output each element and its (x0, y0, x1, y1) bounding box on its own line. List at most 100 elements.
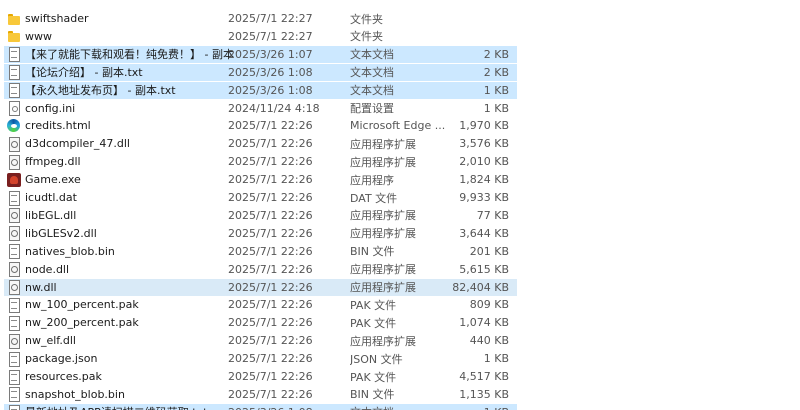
file-date: 2025/7/1 22:26 (228, 226, 313, 240)
file-name: d3dcompiler_47.dll (25, 137, 130, 151)
file-row[interactable]: d3dcompiler_47.dll 2025/7/1 22:26 应用程序扩展 3,… (4, 135, 517, 152)
file-date: 2025/3/26 1:08 (228, 65, 313, 79)
file-size: 2 KB (483, 47, 509, 61)
file-row[interactable]: package.json 2025/7/1 22:26 JSON 文件 1 KB (4, 350, 517, 367)
file-size: 1 KB (483, 352, 509, 366)
file-size: 3,576 KB (459, 137, 509, 151)
file-row[interactable]: credits.html 2025/7/1 22:26 Microsoft Edge… (4, 117, 517, 134)
file-name: nw_elf.dll (25, 334, 76, 348)
doc-icon (7, 297, 21, 313)
doc-icon (7, 190, 21, 206)
file-row[interactable]: www 2025/7/1 22:27 文件夹 (4, 28, 517, 45)
file-row[interactable]: nw.dll 2025/7/1 22:26 应用程序扩展 82,404 KB (4, 278, 517, 296)
doc-icon (7, 369, 21, 385)
file-row[interactable]: Game.exe 2025/7/1 22:26 应用程序 1,824 KB (4, 171, 517, 188)
file-size: 82,404 KB (452, 280, 509, 294)
file-name: 【论坛介绍】 - 副本.txt (25, 66, 143, 80)
file-list: swiftshader 2025/7/1 22:27 文件夹 www 2025/7/1 … (0, 0, 800, 410)
file-type: 应用程序扩展 (350, 155, 416, 169)
file-row[interactable]: 最新地址及APP请扫描二维码获取.txt2025/3/26 1:08 文本文档 1 … (4, 403, 517, 410)
file-name: credits.html (25, 119, 91, 133)
file-row[interactable]: nw_200_percent.pak 2025/7/1 22:26 PAK 文件 1,… (4, 314, 517, 331)
file-date: 2025/7/1 22:26 (228, 334, 313, 348)
file-row[interactable]: node.dll 2025/7/1 22:26 应用程序扩展 5,615 KB (4, 261, 517, 278)
file-row[interactable]: swiftshader 2025/7/1 22:27 文件夹 (4, 10, 517, 27)
gear-file-icon (7, 208, 21, 224)
file-size: 3,644 KB (459, 226, 509, 240)
file-name: libGLESv2.dll (25, 226, 97, 240)
file-size: 201 KB (469, 244, 509, 258)
file-type: 应用程序扩展 (350, 227, 416, 241)
file-row[interactable]: ffmpeg.dll 2025/7/1 22:26 应用程序扩展 2,010 KB (4, 153, 517, 170)
gear-file-icon (7, 226, 21, 242)
file-type: 应用程序扩展 (350, 281, 416, 294)
file-date: 2025/7/1 22:27 (228, 12, 313, 25)
file-type: 文本文档 (350, 404, 446, 410)
gear-file-icon (7, 154, 21, 170)
file-size: 2,010 KB (459, 155, 509, 169)
file-type: BIN 文件 (350, 388, 395, 402)
file-row[interactable]: 【来了就能下载和观看！纯免费！】 - 副本.txt 2025/3/26 1:07 文… (4, 45, 517, 63)
file-name: node.dll (25, 262, 70, 276)
file-row[interactable]: nw_100_percent.pak 2025/7/1 22:26 PAK 文件 80… (4, 296, 517, 313)
file-name: libEGL.dll (25, 208, 77, 222)
file-size: 5,615 KB (459, 262, 509, 276)
file-row[interactable]: libGLESv2.dll 2025/7/1 22:26 应用程序扩展 3,644 K… (4, 225, 517, 242)
file-type: 应用程序 (350, 173, 394, 187)
file-date: 2025/3/26 1:08 (228, 406, 313, 410)
file-date: 2025/7/1 22:26 (228, 316, 313, 330)
file-row[interactable]: natives_blob.bin 2025/7/1 22:26 BIN 文件 201 … (4, 243, 517, 260)
file-type: 应用程序扩展 (350, 137, 416, 151)
file-date: 2025/3/26 1:07 (228, 47, 313, 61)
folder-icon (7, 12, 21, 26)
file-date: 2025/7/1 22:26 (228, 155, 313, 169)
file-row[interactable]: icudtl.dat 2025/7/1 22:26 DAT 文件 9,933 KB (4, 189, 517, 206)
file-size: 440 KB (469, 334, 509, 348)
file-type: 文本文档 (350, 84, 394, 98)
file-row[interactable]: resources.pak 2025/7/1 22:26 PAK 文件 4,517 K… (4, 368, 517, 385)
file-row[interactable]: nw_elf.dll 2025/7/1 22:26 应用程序扩展 440 KB (4, 332, 517, 349)
folder-icon (7, 29, 21, 43)
file-row[interactable]: 【论坛介绍】 - 副本.txt 2025/3/26 1:08 文本文档 2 KB (4, 63, 517, 81)
edge-icon (7, 118, 21, 133)
doc-icon (7, 65, 21, 81)
doc-icon (7, 47, 21, 63)
file-name: 【永久地址发布页】 - 副本.txt (25, 84, 176, 98)
ini-icon (7, 101, 21, 116)
doc-icon (7, 315, 21, 331)
file-date: 2025/7/1 22:26 (228, 119, 313, 133)
file-row[interactable]: config.ini 2024/11/24 4:18 配置设置 1 KB (4, 100, 517, 117)
gear-file-icon (7, 136, 21, 152)
file-date: 2025/7/1 22:27 (228, 29, 313, 43)
file-size: 1 KB (483, 101, 509, 115)
file-date: 2025/7/1 22:26 (228, 352, 313, 366)
file-size: 1,135 KB (459, 387, 509, 401)
game-icon (7, 172, 21, 187)
file-row[interactable]: libEGL.dll 2025/7/1 22:26 应用程序扩展 77 KB (4, 207, 517, 224)
file-date: 2025/7/1 22:26 (228, 298, 313, 312)
file-type: 应用程序扩展 (350, 334, 416, 348)
file-name: ffmpeg.dll (25, 155, 81, 169)
file-date: 2025/7/1 22:26 (228, 137, 313, 151)
file-name: swiftshader (25, 12, 89, 25)
file-name: package.json (25, 352, 98, 366)
file-name: snapshot_blob.bin (25, 387, 125, 401)
file-name: nw_100_percent.pak (25, 298, 139, 312)
file-type: PAK 文件 (350, 316, 397, 330)
doc-icon (7, 244, 21, 260)
doc-icon (7, 387, 21, 403)
file-row[interactable]: 【永久地址发布页】 - 副本.txt 2025/3/26 1:08 文本文档 1 KB (4, 81, 517, 99)
file-size: 2 KB (483, 65, 509, 79)
file-name: 最新地址及APP请扫描二维码获取.txt (25, 404, 235, 410)
file-type: 文件夹 (350, 30, 383, 44)
file-name: config.ini (25, 101, 76, 115)
file-row[interactable]: snapshot_blob.bin 2025/7/1 22:26 BIN 文件 1,1… (4, 386, 517, 403)
file-date: 2025/7/1 22:26 (228, 191, 313, 204)
file-size: 9,933 KB (459, 191, 509, 204)
gear-file-icon (7, 280, 21, 295)
file-size: 1 KB (484, 406, 509, 410)
file-size: 1,824 KB (459, 173, 509, 187)
file-size: 809 KB (469, 298, 509, 312)
file-type: 文本文档 (350, 48, 394, 62)
file-size: 1 KB (483, 83, 509, 97)
